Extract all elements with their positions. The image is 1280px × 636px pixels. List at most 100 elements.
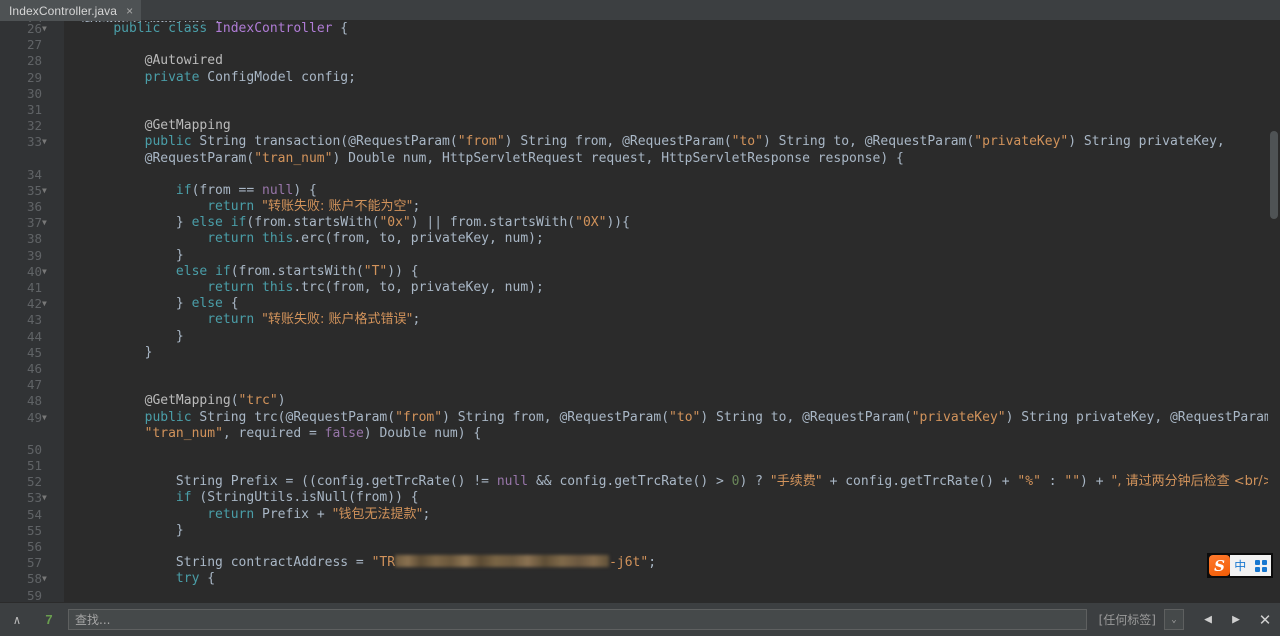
code-line-text: } else {	[82, 296, 239, 312]
fold-arrow-icon[interactable]: ▼	[42, 296, 47, 312]
code-line-text: }	[82, 329, 184, 345]
close-icon[interactable]: ×	[126, 5, 133, 17]
code-line[interactable]: @GetMapping	[64, 118, 1280, 134]
sogou-logo-icon[interactable]: S	[1209, 555, 1230, 576]
code-line[interactable]	[64, 442, 1280, 458]
code-line-text: } else if(from.startsWith("0x") || from.…	[82, 215, 630, 231]
code-line[interactable]: private ConfigModel config;	[64, 70, 1280, 86]
gutter-row: 41	[0, 280, 64, 296]
ime-widget[interactable]: S 中	[1207, 553, 1273, 578]
code-line[interactable]	[64, 37, 1280, 53]
code-line-text: public String trc(@RequestParam("from") …	[82, 410, 1280, 426]
code-line[interactable]: return Prefix + "钱包无法提款";	[64, 507, 1280, 523]
fold-arrow-icon[interactable]: ▼	[42, 134, 47, 150]
gutter-row: 51	[0, 458, 64, 474]
code-line[interactable]: return "转账失败: 账户不能为空";	[64, 199, 1280, 215]
code-line[interactable]: @Autowired	[64, 53, 1280, 69]
line-number: 58	[27, 571, 42, 587]
code-line-text: }	[82, 523, 184, 539]
search-input[interactable]: 查找...	[68, 609, 1087, 630]
gutter-row: 31	[0, 102, 64, 118]
app-grid-icon[interactable]	[1255, 560, 1267, 572]
line-number: 44	[27, 329, 42, 345]
line-number: 28	[27, 53, 42, 69]
code-line-text: @GetMapping("trc")	[82, 393, 286, 409]
chevron-down-icon[interactable]: ⌄	[1164, 609, 1184, 630]
filter-icon[interactable]: 7	[34, 612, 64, 627]
code-line[interactable]: public class IndexController {	[64, 21, 1280, 37]
code-line[interactable]: return "转账失败: 账户格式错误";	[64, 312, 1280, 328]
code-line[interactable]: try {	[64, 571, 1280, 587]
editor-tab-indexcontroller[interactable]: IndexController.java ×	[0, 0, 141, 21]
code-content[interactable]: @RequestMapping("/") public class IndexC…	[64, 21, 1280, 602]
code-line[interactable]: "tran_num", required = false) Double num…	[64, 426, 1280, 442]
prev-match-button[interactable]: ◀	[1194, 612, 1222, 627]
fold-arrow-icon[interactable]: ▼	[42, 215, 47, 231]
gutter-row: 44	[0, 329, 64, 345]
line-number: 32	[27, 118, 42, 134]
gutter-row: 35▼	[0, 183, 64, 199]
code-line[interactable]: if(from == null) {	[64, 183, 1280, 199]
code-line[interactable]: return this.erc(from, to, privateKey, nu…	[64, 231, 1280, 247]
code-line[interactable]	[64, 102, 1280, 118]
fold-arrow-icon[interactable]: ▼	[42, 410, 47, 426]
code-line-text: return this.erc(from, to, privateKey, nu…	[82, 231, 544, 247]
code-line[interactable]: String contractAddress = "TR-j6t";	[64, 555, 1280, 571]
code-line-text: @GetMapping	[82, 118, 231, 134]
code-line[interactable]	[64, 588, 1280, 602]
code-line[interactable]	[64, 377, 1280, 393]
tag-filter-label[interactable]: [任何标签]	[1091, 609, 1164, 630]
scrollbar-thumb[interactable]	[1270, 131, 1278, 219]
code-line[interactable]: }	[64, 523, 1280, 539]
close-findbar-button[interactable]: ✕	[1250, 611, 1280, 629]
code-line[interactable]	[64, 458, 1280, 474]
fold-arrow-icon[interactable]: ▼	[42, 571, 47, 587]
fold-arrow-icon[interactable]: ▼	[42, 264, 47, 280]
collapse-chevron-icon[interactable]: ∧	[0, 613, 34, 627]
code-line[interactable]: public String trc(@RequestParam("from") …	[64, 410, 1280, 426]
code-line[interactable]: } else {	[64, 296, 1280, 312]
line-number: 59	[27, 588, 42, 602]
code-line-text: String contractAddress = "TR-j6t";	[82, 555, 656, 571]
code-editor[interactable]: 25 26▼27282930313233▼3435▼3637▼383940▼41…	[0, 21, 1280, 602]
code-line[interactable]: String Prefix = ((config.getTrcRate() !=…	[64, 474, 1280, 490]
ime-language-toggle[interactable]: 中	[1234, 557, 1246, 574]
line-number: 52	[27, 474, 42, 490]
code-line-text: return this.trc(from, to, privateKey, nu…	[82, 280, 544, 296]
line-number-gutter[interactable]: 25 26▼27282930313233▼3435▼3637▼383940▼41…	[0, 21, 64, 602]
line-number: 46	[27, 361, 42, 377]
code-line[interactable]: public String transaction(@RequestParam(…	[64, 134, 1280, 150]
code-line[interactable]	[64, 167, 1280, 183]
code-line[interactable]: @GetMapping("trc")	[64, 393, 1280, 409]
gutter-row: 29	[0, 70, 64, 86]
gutter-row: 37▼	[0, 215, 64, 231]
gutter-row: 33▼	[0, 134, 64, 150]
code-line[interactable]	[64, 539, 1280, 555]
code-line-text: String Prefix = ((config.getTrcRate() !=…	[82, 474, 1280, 490]
code-line[interactable]: }	[64, 345, 1280, 361]
code-line[interactable]: if (StringUtils.isNull(from)) {	[64, 490, 1280, 506]
fold-arrow-icon[interactable]: ▼	[42, 490, 47, 506]
gutter-row: 50	[0, 442, 64, 458]
vertical-scrollbar[interactable]	[1268, 21, 1280, 602]
code-line[interactable]: return this.trc(from, to, privateKey, nu…	[64, 280, 1280, 296]
gutter-row: 28	[0, 53, 64, 69]
code-line[interactable]: else if(from.startsWith("T")) {	[64, 264, 1280, 280]
code-line-text: if (StringUtils.isNull(from)) {	[82, 490, 419, 506]
fold-arrow-icon[interactable]: ▼	[42, 21, 47, 37]
code-line[interactable]: @RequestParam("tran_num") Double num, Ht…	[64, 151, 1280, 167]
next-match-button[interactable]: ▶	[1222, 612, 1250, 627]
line-number: 26	[27, 21, 42, 37]
code-line[interactable]: }	[64, 248, 1280, 264]
fold-arrow-icon[interactable]: ▼	[42, 183, 47, 199]
code-line[interactable]: }	[64, 329, 1280, 345]
code-line-text: if(from == null) {	[82, 183, 317, 199]
line-number: 27	[27, 37, 42, 53]
gutter-row: 32	[0, 118, 64, 134]
line-number: 33	[27, 134, 42, 150]
gutter-row: 49▼	[0, 410, 64, 426]
code-line-text: }	[82, 248, 184, 264]
code-line[interactable]: } else if(from.startsWith("0x") || from.…	[64, 215, 1280, 231]
code-line[interactable]	[64, 86, 1280, 102]
code-line[interactable]	[64, 361, 1280, 377]
